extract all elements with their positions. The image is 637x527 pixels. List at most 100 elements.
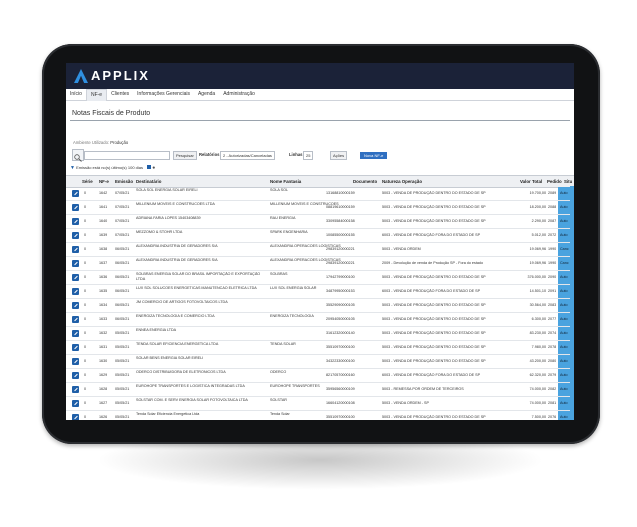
- table-row[interactable]: 0 1629 05/05/21 ODERCO DISTRIBUIDORA DE ELE…: [66, 369, 574, 383]
- table-row[interactable]: 0 1642 07/05/21 SOLA SOL ENERGIA SOLAR EIRE…: [66, 187, 574, 201]
- linhas-select[interactable]: 25: [303, 151, 314, 160]
- cell-nfe: 1635: [99, 289, 108, 293]
- cell-nfe: 1636: [99, 275, 108, 279]
- table-row[interactable]: 0 1626 05/05/21 Tenda Solar Eficiencia Ener…: [66, 411, 574, 420]
- edit-icon[interactable]: [72, 344, 79, 351]
- edit-icon[interactable]: [72, 316, 79, 323]
- nav-inicio[interactable]: Início: [66, 89, 86, 100]
- cell-emissao: 07/05/21: [115, 205, 130, 209]
- search-input[interactable]: [84, 151, 170, 160]
- user-icon[interactable]: ●: [152, 165, 155, 171]
- cell-serie: 0: [84, 261, 87, 265]
- cell-valor: 7.980,00: [531, 345, 546, 349]
- cell-emissao: 06/05/21: [115, 275, 130, 279]
- edit-icon[interactable]: [72, 204, 79, 211]
- pesquisar-button[interactable]: Pesquisar: [173, 151, 197, 160]
- cell-serie: 0: [84, 219, 87, 223]
- nav-clientes[interactable]: Clientes: [107, 89, 133, 100]
- edit-icon[interactable]: [72, 414, 79, 420]
- search-icon[interactable]: [72, 149, 84, 162]
- vertical-scrollbar[interactable]: [570, 186, 574, 420]
- cell-emissao: 05/05/21: [115, 373, 130, 377]
- table-row[interactable]: 0 1628 05/05/21 EUROHOPE TRANSPORTES E LOGI…: [66, 383, 574, 397]
- cell-nfe: 1637: [99, 261, 108, 265]
- table-row[interactable]: 0 1632 05/05/21 ENNEA ENERGIA LTDA 316123200…: [66, 327, 574, 341]
- col-pedido[interactable]: Pedido: [547, 179, 562, 184]
- cell-nat: 2009 - Devolução de venda de Produção SP…: [382, 261, 483, 265]
- cell-dest: JM COMERCIO DE ARTIGOS FOTOVOLTAICOS LTD…: [136, 300, 228, 304]
- nav-agenda[interactable]: Agenda: [194, 89, 219, 100]
- edit-icon[interactable]: [72, 372, 79, 379]
- table-row[interactable]: 0 1639 07/05/21 MEZZOMO & STOHR LTDA SPARK E…: [66, 229, 574, 243]
- edit-icon[interactable]: [72, 260, 79, 267]
- cell-emissao: 06/05/21: [115, 317, 130, 321]
- ambiente-info: Ambiente Utilizado: Produção: [73, 140, 128, 145]
- table-row[interactable]: 0 1631 05/05/21 TENDA SOLAR EFICIENCIA ENER…: [66, 341, 574, 355]
- table-row[interactable]: 0 1638 06/05/21 ALEXANDRIA INDUSTRIA DE GER…: [66, 243, 574, 257]
- table-row[interactable]: 0 1641 07/05/21 MILLENIUM MOVEIS E CONSTRUC…: [66, 201, 574, 215]
- applix-logo-icon: [74, 69, 88, 83]
- edit-icon[interactable]: [72, 274, 79, 281]
- cell-dest: LUX SOL SOLUCOES ENERGETICAS MANUTENCAO …: [136, 286, 257, 290]
- cell-emissao: 07/05/21: [115, 219, 130, 223]
- col-nfe[interactable]: NF-e: [99, 179, 109, 184]
- cell-emissao: 05/05/21: [115, 359, 130, 363]
- edit-icon[interactable]: [72, 232, 79, 239]
- col-situacao[interactable]: Situ: [564, 179, 572, 184]
- table-row[interactable]: 0 1630 05/05/21 SOLAR BENS ENERGIA SOLAR EI…: [66, 355, 574, 369]
- cell-serie: 0: [84, 359, 87, 363]
- col-documento[interactable]: Documento: [353, 179, 377, 184]
- table-row[interactable]: 0 1637 06/05/21 ALEXANDRIA INDUSTRIA DE GER…: [66, 257, 574, 271]
- col-nome-fantasia[interactable]: Nome Fantasia: [270, 179, 301, 184]
- cell-serie: 0: [84, 317, 87, 321]
- cell-nat: 6003 - VENDA DE PRODUÇÃO FORA DO ESTADO …: [382, 233, 481, 237]
- table-row[interactable]: 0 1640 07/05/21 ADRIANA FARIA LOPES 1540340…: [66, 215, 574, 229]
- cell-dest: EUROHOPE TRANSPORTES E LOGISTICA INTEGRA…: [136, 384, 245, 388]
- col-serie[interactable]: Série: [82, 179, 93, 184]
- relatorios-select[interactable]: 2 - Autorizadas/Canceladas: [220, 151, 275, 160]
- cell-valor: 19.700,00: [529, 191, 546, 195]
- cell-dest: SOLBRAS ENERGIA SOLAR DO BRASIL IMPORTAÇ…: [136, 272, 261, 281]
- edit-icon[interactable]: [72, 190, 79, 197]
- filter-icon: ▼: [70, 165, 75, 171]
- acoes-button[interactable]: Ações: [330, 151, 348, 160]
- cell-dest: TENDA SOLAR EFICIENCIA ENERGETICA LTDA: [136, 342, 219, 346]
- nova-nfe-button[interactable]: Nova NF-e: [360, 152, 388, 159]
- cell-doc: 17942799000100: [326, 275, 355, 279]
- status-text: Auto: [560, 317, 568, 321]
- cell-nfe: 1638: [99, 247, 108, 251]
- cell-dest: MEZZOMO & STOHR LTDA: [136, 230, 183, 234]
- edit-icon[interactable]: [72, 400, 79, 407]
- cell-dest: SOLSTAR COM. E SERV ENERGIA SOLAR FOTOVO…: [136, 398, 248, 402]
- nav-nfe[interactable]: NF-e: [85, 89, 108, 101]
- edit-icon[interactable]: [72, 358, 79, 365]
- checkbox-icon[interactable]: [147, 165, 152, 169]
- col-valor-total[interactable]: Valor Total: [520, 179, 542, 184]
- edit-icon[interactable]: [72, 302, 79, 309]
- table-row[interactable]: 0 1636 06/05/21 SOLBRAS ENERGIA SOLAR DO BR…: [66, 271, 574, 285]
- nav-informacoes-gerenciais[interactable]: Informações Gerenciais: [133, 89, 194, 100]
- col-emissao[interactable]: Emissão: [115, 179, 133, 184]
- edit-icon[interactable]: [72, 330, 79, 337]
- cell-nat: 5003 - VENDA DE PRODUÇÃO DENTRO DO ESTAD…: [382, 275, 486, 279]
- table-row[interactable]: 0 1627 05/05/21 SOLSTAR COM. E SERV ENERGIA…: [66, 397, 574, 411]
- edit-icon[interactable]: [72, 246, 79, 253]
- table-row[interactable]: 0 1635 06/05/21 LUX SOL SOLUCOES ENERGETICA…: [66, 285, 574, 299]
- edit-icon[interactable]: [72, 386, 79, 393]
- cell-nfe: 1626: [99, 415, 108, 419]
- table-row[interactable]: 0 1633 06/05/21 ENERGIZA TECNOLOGIA E COMER…: [66, 313, 574, 327]
- edit-icon[interactable]: [72, 218, 79, 225]
- col-natureza[interactable]: Natureza Operação: [382, 179, 422, 184]
- col-destinatario[interactable]: Destinatário: [136, 179, 161, 184]
- cell-nfe: 1639: [99, 233, 108, 237]
- cell-nfe: 1640: [99, 219, 108, 223]
- edit-icon[interactable]: [72, 288, 79, 295]
- cell-nat: 5003 - VENDA DE PRODUÇÃO DENTRO DO ESTAD…: [382, 191, 486, 195]
- table-row[interactable]: 0 1634 06/05/21 JM COMERCIO DE ARTIGOS FOTO…: [66, 299, 574, 313]
- status-text: Auto: [560, 387, 568, 391]
- cell-dest: Tenda Solar Eficiencia Energetica Ltda: [136, 412, 200, 416]
- cell-emissao: 05/05/21: [115, 345, 130, 349]
- relatorios-label: Relatórios: [199, 152, 220, 157]
- nav-administracao[interactable]: Administração: [219, 89, 259, 100]
- cell-dest: ADRIANA FARIA LOPES 15403408839: [136, 216, 201, 220]
